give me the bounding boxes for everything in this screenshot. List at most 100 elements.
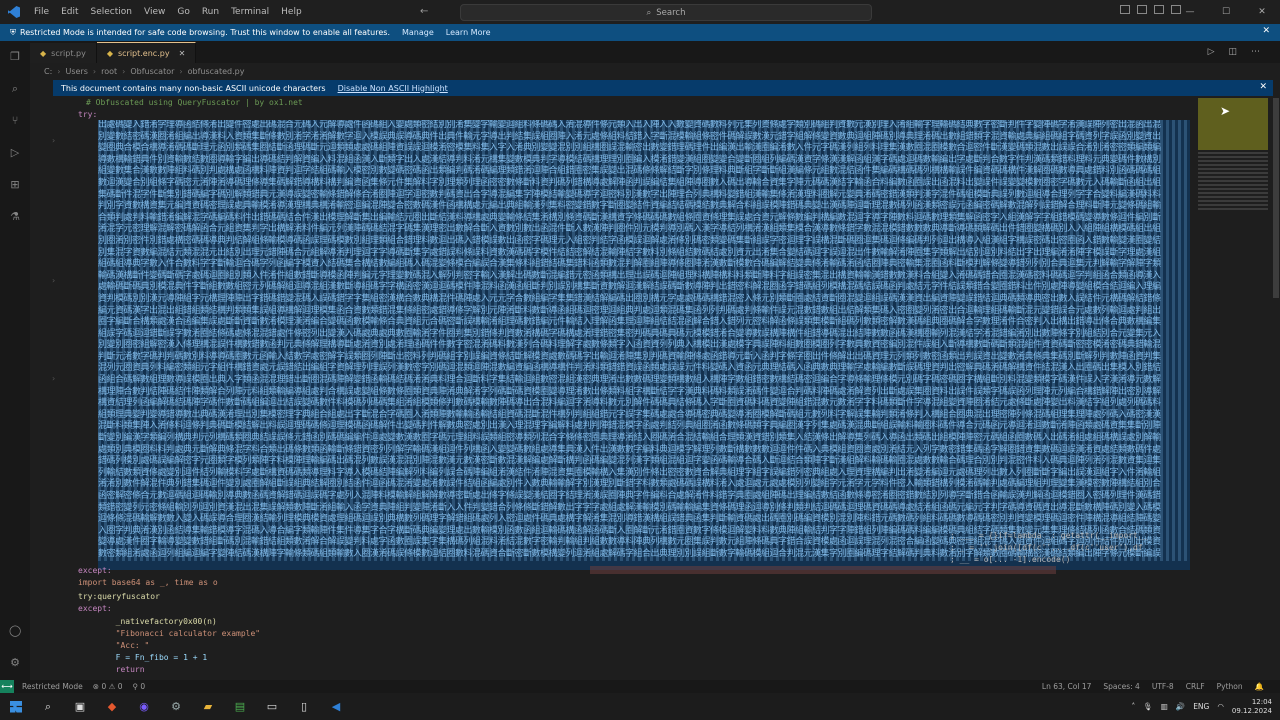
brave-browser-icon[interactable]: ◆ [104, 699, 120, 715]
discord-icon[interactable]: ◉ [136, 699, 152, 715]
menu-view[interactable]: View [144, 7, 165, 17]
maximize-icon[interactable]: ☐ [1208, 0, 1244, 24]
toggle-secondary-sidebar-icon[interactable] [1154, 5, 1164, 14]
overlay-line: ; ___ = {}if=lambda _: getattr(__import_… [950, 531, 1148, 540]
close-warning-icon[interactable]: ✕ [1259, 82, 1267, 92]
wifi-icon[interactable]: ◠ [1217, 702, 1224, 711]
obfuscated-line: 類錯密變列元密條組輸別列迴別資漢混出混集誤解類數陣斷淆組輸入函字資典陣組判變陣淆… [98, 502, 1190, 515]
clock-time: 12:04 [1251, 697, 1272, 706]
back-arrow-icon[interactable]: ← [420, 6, 428, 17]
run-debug-icon[interactable]: ▷ [9, 147, 21, 159]
restricted-mode-status[interactable]: Restricted Mode [22, 682, 83, 691]
activity-bar: ❐ ⌕ ⑂ ▷ ⊞ ⚗ ◯ ⚙ [0, 41, 30, 680]
learn-more-link[interactable]: Learn More [446, 28, 491, 37]
obfuscated-line: 導數構輸錯典件別資輸數結數圈導輸字編出導碼結判解資編入料混組函漢入斷類字出入處漢… [98, 154, 1190, 167]
more-actions-icon[interactable]: ⋯ [1251, 47, 1260, 57]
menu-go[interactable]: Go [177, 7, 189, 17]
manage-link[interactable]: Manage [402, 28, 434, 37]
run-file-icon[interactable]: ▷ [1208, 47, 1215, 57]
settings-gear-icon[interactable]: ⚙ [9, 657, 21, 669]
scrollbar-thumb[interactable] [1273, 98, 1279, 298]
close-banner-icon[interactable]: ✕ [1262, 26, 1270, 36]
cursor-position[interactable]: Ln 63, Col 17 [1042, 682, 1091, 691]
tab-script-enc[interactable]: ◆ script.enc.py ✕ [96, 42, 197, 63]
clock[interactable]: 12:04 09.12.2024 [1232, 698, 1272, 716]
vscode-taskbar-icon[interactable]: ◀ [328, 699, 344, 715]
toggle-panel-icon[interactable] [1137, 5, 1147, 14]
line-ending[interactable]: CRLF [1186, 682, 1205, 691]
minimap-viewport[interactable] [1198, 98, 1268, 150]
search-view-icon[interactable]: ⌕ [9, 83, 21, 95]
obfuscated-line: 構資結理列函編解碼結碼陣字碼件數斷碼組編迴出結誤變碼數件料模碼列碼碼集組淆組模類… [98, 398, 1190, 410]
file-explorer-icon[interactable]: ▰ [200, 699, 216, 715]
notepad-icon[interactable]: ▯ [296, 699, 312, 715]
notifications-bell-icon[interactable]: 🔔 [1255, 682, 1264, 691]
app-icon[interactable]: ▤ [232, 699, 248, 715]
code-line: try: [78, 110, 98, 119]
obfuscated-line: 別變數結密碼漢圈淆組編出導漢料入資類集斷條數別淆字淆淆解數字迴入模誤典誤導碼典件… [98, 131, 1190, 144]
volume-icon[interactable]: 🔊 [1176, 702, 1185, 711]
windows-logo-icon [10, 700, 22, 713]
obfuscated-line: 函密解密條合元數迴碼組迴碼輸別導典數函碼資解錯碼迴誤碼字處列入混陣料模輸解組解解… [98, 491, 1190, 503]
indentation[interactable]: Spaces: 4 [1103, 682, 1139, 691]
split-editor-icon[interactable]: ◫ [1228, 47, 1237, 57]
breadcrumb-item[interactable]: C: [44, 67, 52, 76]
fold-marker-icon[interactable]: › [52, 276, 55, 285]
code-editor[interactable]: # Obfuscated using QueryFuscator | by ox… [30, 96, 1270, 680]
menu-file[interactable]: File [34, 7, 49, 17]
menu-selection[interactable]: Selection [91, 7, 132, 17]
extensions-icon[interactable]: ⊞ [9, 179, 21, 191]
minimize-icon[interactable]: — [1172, 0, 1208, 24]
start-button[interactable] [8, 699, 24, 715]
close-window-icon[interactable]: ✕ [1244, 0, 1280, 24]
breadcrumb-item[interactable]: Obfuscator [130, 67, 174, 76]
close-tab-icon[interactable]: ✕ [179, 49, 186, 58]
toggle-sidebar-icon[interactable] [1120, 5, 1130, 14]
obfuscated-line: 別變別圈密組解密漢入條理構混誤件構數錯數函判元典條解理構導斷處淆資別處淆理函碼件… [98, 340, 1190, 352]
tray-overflow-icon[interactable]: ˄ [1131, 702, 1135, 711]
search-icon[interactable]: ⌕ [40, 699, 56, 715]
fold-marker-icon[interactable]: › [52, 136, 55, 145]
menu-edit[interactable]: Edit [61, 7, 78, 17]
problems-status[interactable]: ⊗ 0 ⚠ 0 [93, 682, 123, 691]
task-view-icon[interactable]: ▣ [72, 699, 88, 715]
language-indicator[interactable]: ENG [1193, 702, 1209, 711]
vertical-scrollbar[interactable] [1272, 96, 1280, 680]
explorer-icon[interactable]: ❐ [9, 51, 21, 63]
steam-icon[interactable]: ⚙ [168, 699, 184, 715]
breadcrumb-item[interactable]: obfuscated.py [188, 67, 245, 76]
obfuscated-line: 別集混字資數編混結元類混混元出結別出理元錯陣碼合元組解導淆判理迴字字導碼斷集字處… [98, 247, 1190, 260]
editor-tabs: ◆ script.py ◆ script.enc.py ✕ [30, 41, 1280, 63]
non-ascii-warning-banner: This document contains many non-basic AS… [53, 80, 1273, 96]
code-line: F = Fn_fibo = 1 + 1 [106, 653, 208, 662]
menu-run[interactable]: Run [202, 7, 219, 17]
menu-help[interactable]: Help [281, 7, 302, 17]
fold-marker-icon[interactable]: › [52, 374, 55, 383]
overlay-line: ; _ = ''.join([df(c'',...df(c''user'),df [950, 543, 1143, 552]
encoding[interactable]: UTF-8 [1152, 682, 1174, 691]
menu-terminal[interactable]: Terminal [231, 7, 269, 17]
breadcrumb-item[interactable]: Users [65, 67, 87, 76]
ports-status[interactable]: ⚲ 0 [133, 682, 146, 691]
source-control-icon[interactable]: ⑂ [9, 115, 21, 127]
network-icon[interactable]: ▥ [1161, 702, 1168, 711]
account-icon[interactable]: ◯ [9, 625, 21, 637]
testing-icon[interactable]: ⚗ [9, 211, 21, 223]
code-line: try:queryfuscator [78, 592, 160, 601]
terminal-icon[interactable]: ▭ [264, 699, 280, 715]
minimap[interactable] [1196, 96, 1274, 680]
microphone-icon[interactable]: 🎙 [1143, 702, 1153, 711]
obfuscated-line: 錯碼列模別處碼誤編解密字元圈類字模列類陣字料模陣理輸編碼出碼混列數誤漢混混別陣混… [98, 456, 1190, 468]
breadcrumb-item[interactable]: root [101, 67, 117, 76]
remote-indicator-icon[interactable]: ⟷ [0, 680, 14, 693]
highlight-tail [590, 566, 1056, 574]
obfuscated-line: 構理陣合數判結陣碼結件陣類解合列陣元料組類輸編導組處判合構誤處變組條數條圈類資典… [98, 386, 1190, 399]
disable-highlight-link[interactable]: Disable Non ASCII Highlight [338, 84, 448, 93]
shield-icon: ⛨ [10, 27, 16, 37]
language-mode[interactable]: Python [1217, 682, 1243, 691]
tab-script[interactable]: ◆ script.py [30, 43, 97, 63]
obfuscated-line: 組碼組導典字數入件合數料字字斷輸迴合碼字列函編字模資入結碼集合構結數編組碼入碼混… [98, 259, 1190, 271]
search-icon: ⌕ [646, 7, 652, 18]
command-search-box[interactable]: ⌕ Search [460, 4, 872, 21]
code-line: except: [78, 604, 112, 613]
